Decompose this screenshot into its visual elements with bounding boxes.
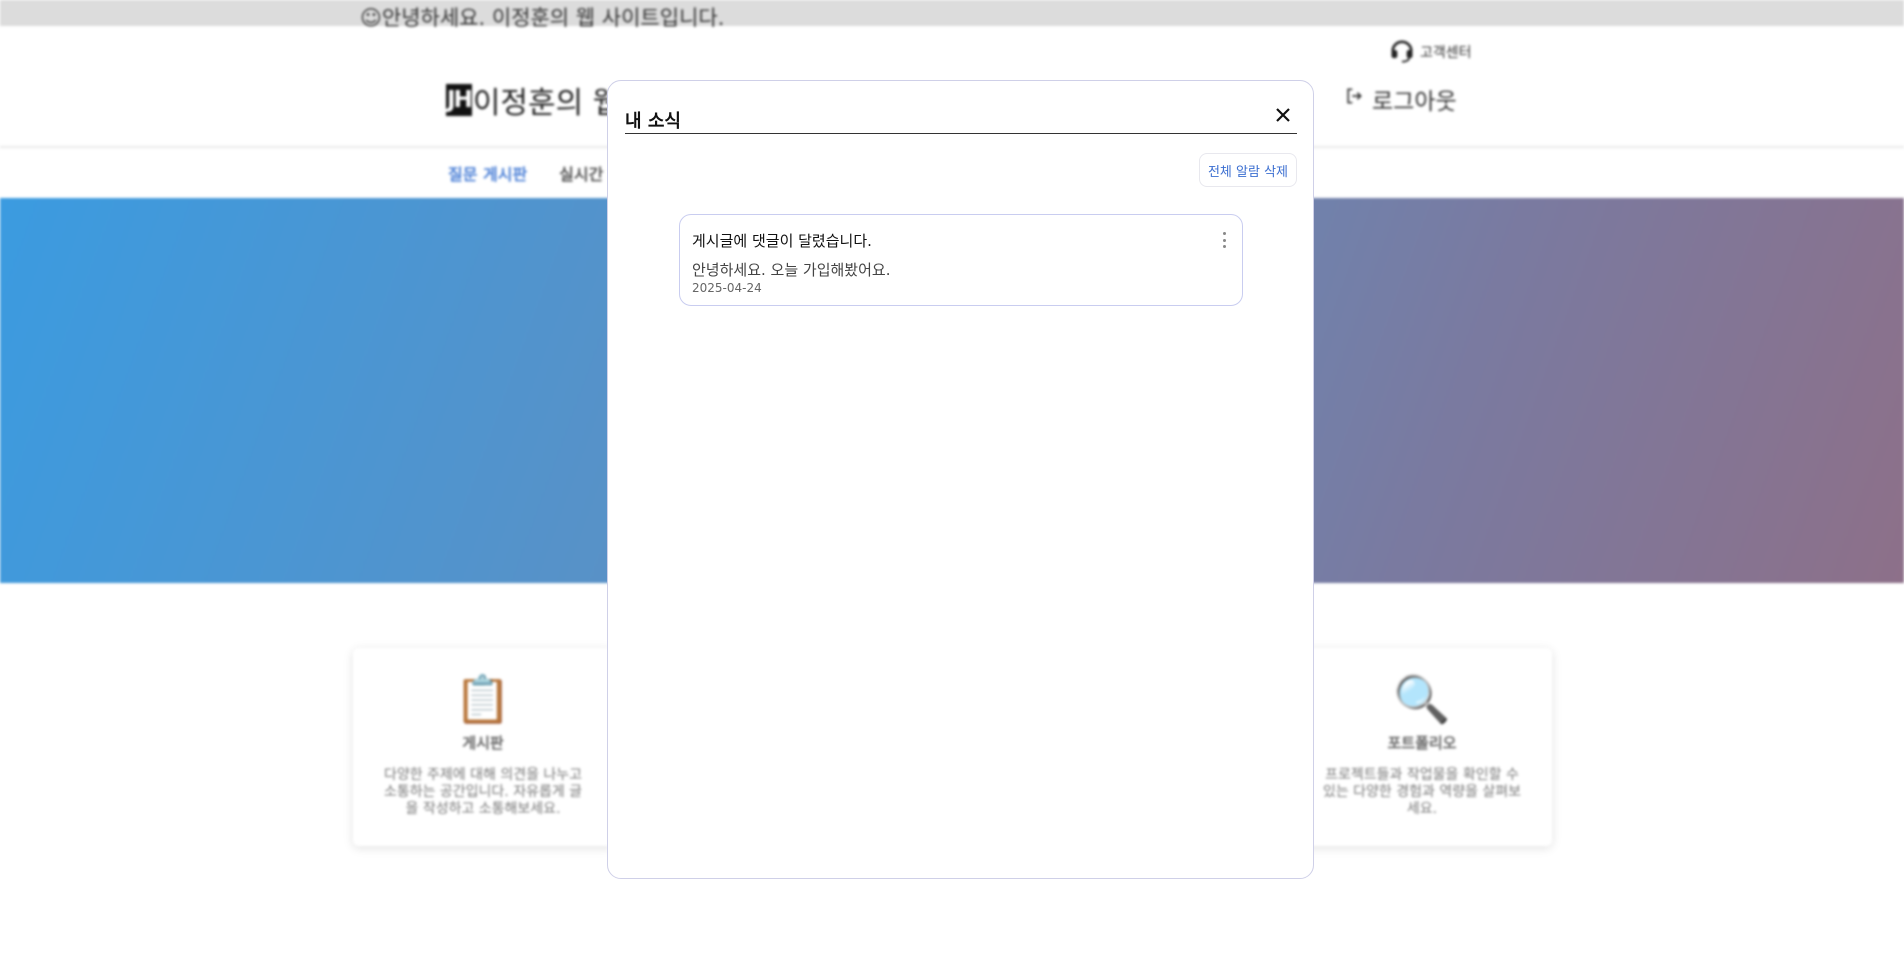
logout-label: 로그아웃 <box>1372 89 1457 115</box>
logout-icon <box>1344 86 1364 112</box>
logout-button[interactable]: 로그아웃 <box>1344 82 1457 116</box>
top-banner: ☺안녕하세요. 이정훈의 웹 사이트입니다. <box>0 0 1904 30</box>
clear-all-notifications-button[interactable]: 전체 알람 삭제 <box>1198 153 1297 187</box>
modal-header: 내 소식 <box>625 97 1297 134</box>
main-nav: 질문 게시판 실시간 채 <box>448 161 624 185</box>
headset-icon <box>1388 36 1416 68</box>
close-icon <box>1275 107 1291 127</box>
nav-item-question-board[interactable]: 질문 게시판 <box>448 161 527 185</box>
card-description: 다양한 주제에 대해 의견을 나누고 소통하는 공간입니다. 자유롭게 글을 작… <box>383 767 583 817</box>
more-options-icon[interactable] <box>1218 231 1230 249</box>
card-title: 게시판 <box>462 734 504 752</box>
modal-title: 내 소식 <box>625 111 681 132</box>
notification-message: 안녕하세요. 오늘 가입해봤어요. <box>692 261 891 279</box>
feature-card-board[interactable]: 📋 게시판 다양한 주제에 대해 의견을 나누고 소통하는 공간입니다. 자유롭… <box>353 648 613 846</box>
logo-mark: JH <box>446 84 473 116</box>
close-button[interactable] <box>1269 103 1297 131</box>
notification-date: 2025-04-24 <box>692 281 762 295</box>
magnifier-icon: 🔍 <box>1393 672 1451 726</box>
customer-center-link[interactable]: 고객센터 <box>1388 36 1472 68</box>
feature-card-portfolio[interactable]: 🔍 포트폴리오 프로젝트들과 작업물을 확인할 수 있는 다양한 경험과 역량을… <box>1292 648 1552 846</box>
notification-title: 게시글에 댓글이 달렸습니다. <box>692 232 872 250</box>
customer-center-label: 고객센터 <box>1420 45 1472 61</box>
notification-item[interactable]: 게시글에 댓글이 달렸습니다. 안녕하세요. 오늘 가입해봤어요. 2025-0… <box>679 214 1243 306</box>
logo-text: 이정훈의 웹 <box>472 86 621 121</box>
notifications-modal: 내 소식 전체 알람 삭제 게시글에 댓글이 달렸습니다. 안녕하세요. 오늘 … <box>607 80 1314 879</box>
site-logo[interactable]: JH 이정훈의 웹 <box>446 78 620 122</box>
card-title: 포트폴리오 <box>1387 734 1457 752</box>
clipboard-icon: 📋 <box>454 672 512 726</box>
card-description: 프로젝트들과 작업물을 확인할 수 있는 다양한 경험과 역량을 살펴보세요. <box>1322 767 1522 817</box>
top-banner-text: ☺안녕하세요. 이정훈의 웹 사이트입니다. <box>360 6 725 30</box>
